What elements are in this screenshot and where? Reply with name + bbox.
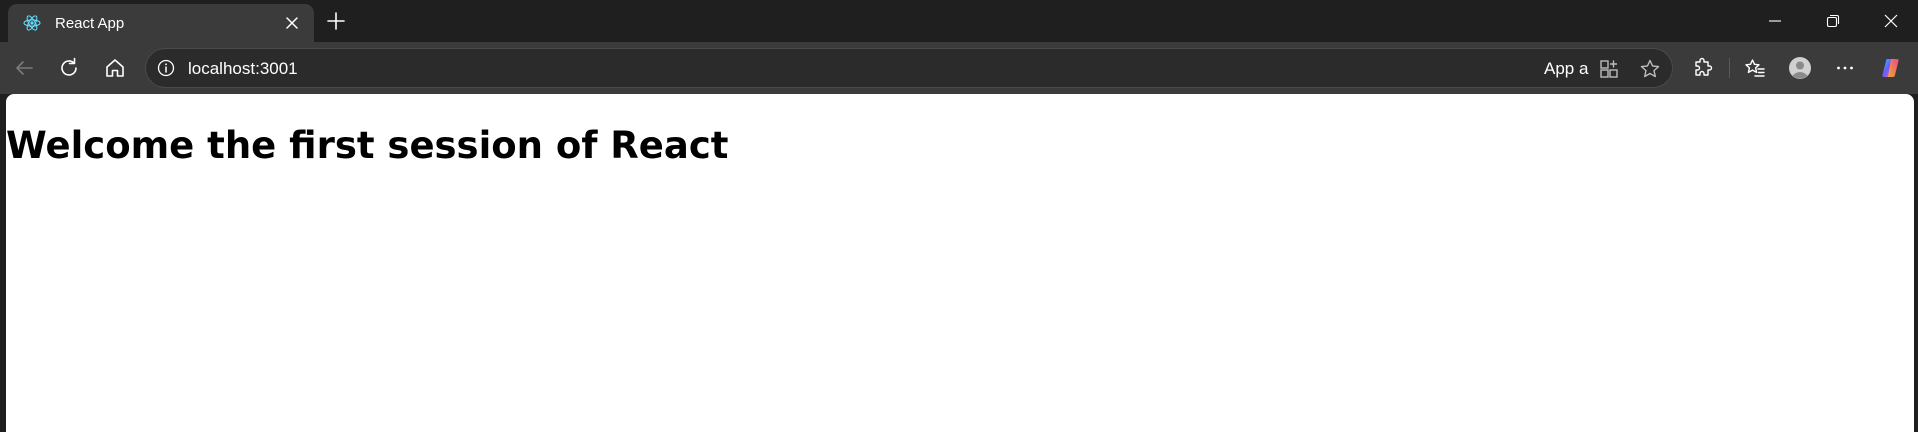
minimize-icon (1769, 20, 1781, 22)
page-heading: Welcome the first session of React (6, 124, 729, 167)
restore-icon (1826, 14, 1840, 28)
minimize-button[interactable] (1746, 0, 1804, 42)
avatar-icon (1789, 57, 1811, 79)
window-close-button[interactable] (1862, 0, 1918, 42)
browser-window: React App localhost:3001 App a Welcome t… (0, 0, 1918, 432)
reload-button[interactable] (53, 52, 85, 84)
new-tab-button[interactable] (324, 9, 348, 33)
tab-title: React App (55, 15, 125, 32)
home-icon (106, 59, 124, 77)
app-available-label[interactable]: App a (1544, 59, 1588, 79)
puzzle-icon (1695, 57, 1713, 76)
toolbar-divider (1729, 58, 1730, 78)
url-text[interactable]: localhost:3001 (188, 59, 298, 79)
info-icon[interactable] (156, 58, 176, 78)
arrow-left-icon (16, 61, 33, 75)
page-viewport: Welcome the first session of React (6, 94, 1914, 432)
reload-icon (61, 57, 77, 76)
back-button[interactable] (8, 52, 40, 84)
more-horizontal-icon (1837, 66, 1853, 70)
favorites-icon (1745, 59, 1765, 77)
more-button[interactable] (1829, 52, 1861, 84)
home-button[interactable] (99, 52, 131, 84)
star-icon[interactable] (1638, 57, 1662, 81)
tab-strip: React App (0, 0, 1918, 42)
copilot-icon (1882, 59, 1899, 77)
profile-button[interactable] (1784, 52, 1816, 84)
react-logo-icon (22, 13, 42, 33)
close-icon[interactable] (282, 13, 302, 33)
close-icon (1884, 14, 1898, 28)
address-bar[interactable]: localhost:3001 App a (145, 48, 1673, 88)
copilot-button[interactable] (1876, 52, 1908, 84)
browser-toolbar: localhost:3001 App a (0, 42, 1918, 94)
app-install-icon[interactable] (1597, 57, 1621, 81)
favorites-button[interactable] (1739, 52, 1771, 84)
tab-react-app[interactable]: React App (8, 4, 314, 42)
plus-icon (327, 12, 345, 30)
extensions-button[interactable] (1687, 52, 1719, 84)
restore-button[interactable] (1804, 0, 1862, 42)
